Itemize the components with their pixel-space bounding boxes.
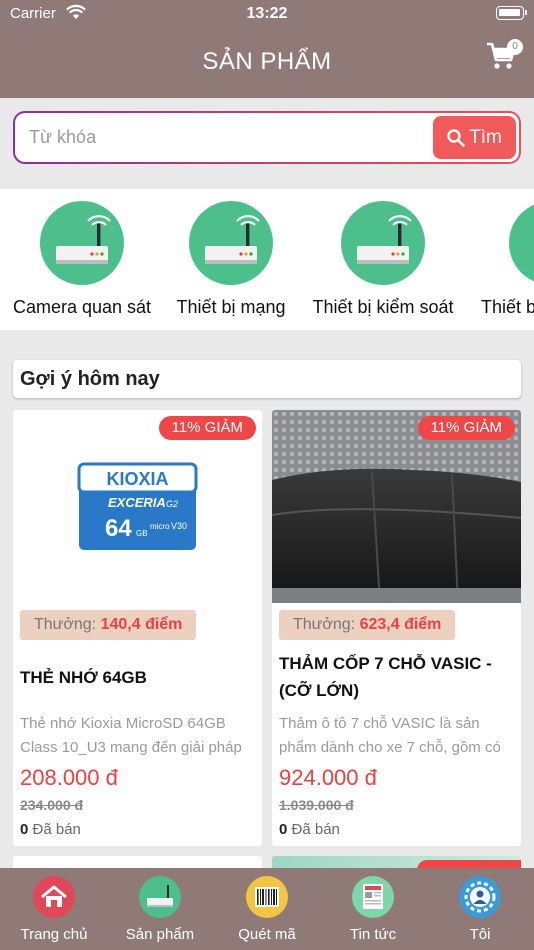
section-heading: Gợi ý hôm nay <box>13 360 521 398</box>
bottom-tab-bar: Trang chủ Sản phẩm Quét mã Tin tức Tôi <box>0 868 534 950</box>
product-description: Thảm ô tô 7 chỗ VASIC là sản phẩm dành c… <box>279 715 501 756</box>
reward-points: 140,4 điểm <box>100 616 183 633</box>
search-bar: Tìm <box>13 111 521 164</box>
product-card[interactable]: KIOXIA EXCERIA G2 64 GB micro V30 11% GI… <box>13 410 262 846</box>
search-button-label: Tìm <box>469 126 502 148</box>
home-icon <box>33 876 75 918</box>
reward-badge: Thưởng: 623,4 điểm <box>279 610 456 640</box>
product-name: THẺ NHỚ 64GB <box>20 667 147 687</box>
sold-label: Đã bán <box>291 821 340 838</box>
tab-label: Sản phẩm <box>125 926 195 943</box>
barcode-icon <box>246 876 288 918</box>
reward-points: 623,4 điểm <box>359 616 442 633</box>
cart-button[interactable]: 0 <box>486 39 523 74</box>
tab-home[interactable]: Trang chủ <box>1 876 107 943</box>
router-icon <box>40 201 124 285</box>
sold-label: Đã bán <box>32 821 81 838</box>
battery-icon <box>496 6 527 20</box>
status-bar: Carrier 13:22 <box>0 0 534 28</box>
category-label: Camera quan sát <box>12 297 152 317</box>
product-old-price: 1.039.000 đ <box>279 797 354 813</box>
product-old-price: 234.000 đ <box>20 797 84 813</box>
reward-badge: Thưởng: 140,4 điểm <box>20 610 197 640</box>
category-label: Thiết bị mạng <box>176 297 286 317</box>
tab-label: Quét mã <box>238 926 296 943</box>
clock: 13:22 <box>246 5 288 22</box>
tab-scan[interactable]: Quét mã <box>214 876 320 943</box>
search-button[interactable]: Tìm <box>433 116 516 159</box>
news-icon <box>352 876 394 918</box>
router-icon <box>509 201 534 285</box>
router-icon <box>341 201 425 285</box>
sold-number: 0 <box>20 821 29 838</box>
category-item-access-control[interactable]: Thiết bị kiểm soát <box>308 201 458 318</box>
sold-count: 0 Đã bán <box>279 821 340 838</box>
card-brand-text: KIOXIA <box>106 469 168 489</box>
sold-count: 0 Đã bán <box>20 821 81 838</box>
tab-label: Trang chủ <box>20 926 88 943</box>
reward-label: Thưởng: <box>34 616 97 633</box>
search-input[interactable] <box>29 123 419 151</box>
category-item-camera[interactable]: Camera quan sát <box>7 201 157 318</box>
discount-badge: 11% GIẢM <box>417 416 515 440</box>
product-card[interactable]: 11% GIẢM Thưởng: 623,4 điểm THẢM CỐP 7 C… <box>272 410 521 846</box>
search-icon <box>447 128 465 147</box>
tab-label: Tin tức <box>349 926 397 943</box>
tab-label: Tôi <box>469 926 491 943</box>
category-label: Thiết bị kiểm soát <box>312 297 454 317</box>
product-price: 208.000 đ <box>20 765 118 790</box>
cart-count-badge: 0 <box>507 39 523 55</box>
card-unit-text: GB <box>136 529 148 538</box>
tab-products[interactable]: Sản phẩm <box>107 876 213 943</box>
category-item-partial[interactable]: Thiết b <box>477 201 534 318</box>
page-title: SẢN PHẨM <box>202 48 332 75</box>
user-gear-icon <box>459 876 501 918</box>
card-capacity-text: 64 <box>105 515 132 542</box>
card-speed-text: V30 <box>171 521 187 531</box>
card-line-sub-text: G2 <box>166 499 178 509</box>
card-line-text: EXCERIA <box>108 495 166 510</box>
product-price: 924.000 đ <box>279 765 377 790</box>
category-label: Thiết b <box>481 297 534 317</box>
tab-news[interactable]: Tin tức <box>320 876 426 943</box>
discount-badge: 11% GIẢM <box>158 416 256 440</box>
app-header: Carrier 13:22 SẢN PHẨM 0 <box>0 0 534 98</box>
reward-label: Thưởng: <box>293 616 356 633</box>
router-icon <box>139 876 181 918</box>
product-name: THẢM CỐP 7 CHỖ VASIC - (CỠ LỚN) <box>279 654 492 700</box>
tab-me[interactable]: Tôi <box>427 876 533 943</box>
category-item-network[interactable]: Thiết bị mạng <box>156 201 306 318</box>
product-description: Thẻ nhớ Kioxia MicroSD 64GB Class 10_U3 … <box>20 715 242 756</box>
sold-number: 0 <box>279 821 288 838</box>
card-micro-text: micro <box>150 522 170 531</box>
category-list: Camera quan sát Thiết bị mạng Thiết bị k… <box>0 189 534 330</box>
router-icon <box>189 201 273 285</box>
